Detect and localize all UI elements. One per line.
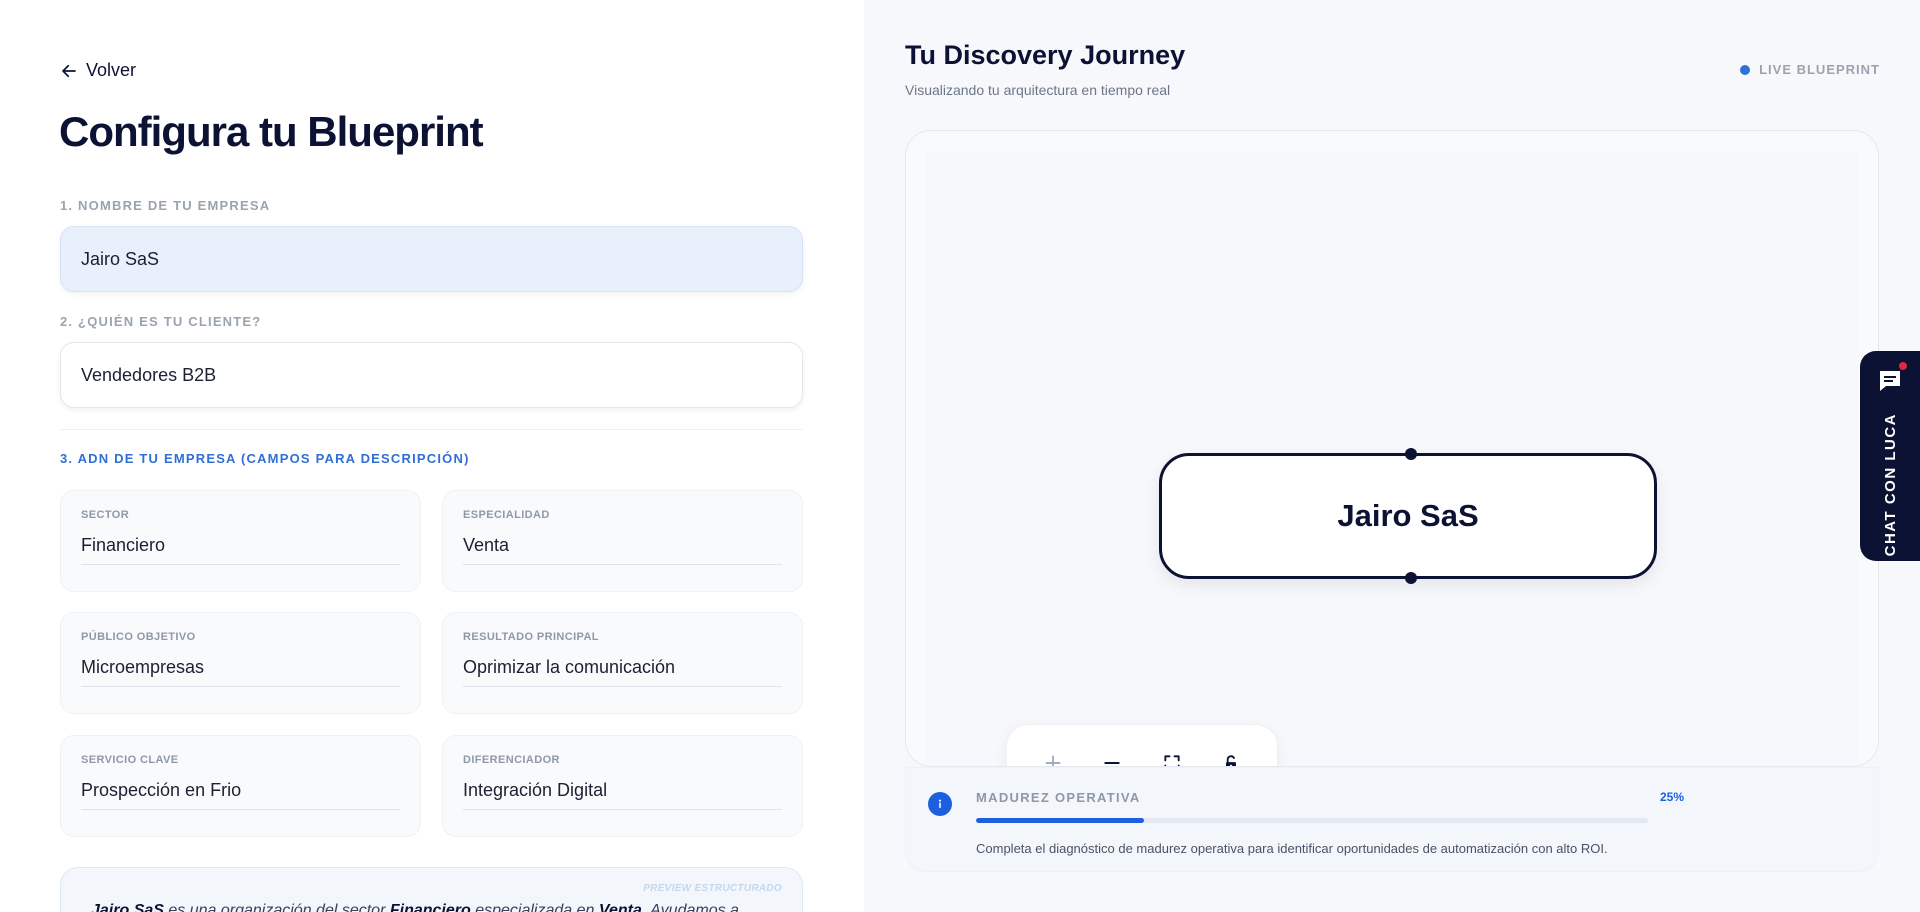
differentiator-label: DIFERENCIADOR <box>463 754 560 766</box>
info-icon <box>928 792 952 816</box>
arrow-left-icon <box>62 64 76 77</box>
preview-company: Jairo SaS <box>91 902 164 912</box>
maturity-description: Completa el diagnóstico de madurez opera… <box>976 841 1608 856</box>
flow-canvas[interactable]: Jairo SaS <box>905 130 1879 767</box>
preview-text-2: especializada en <box>470 902 599 912</box>
live-blueprint-indicator: LIVE BLUEPRINT <box>1740 62 1880 77</box>
specialty-label: ESPECIALIDAD <box>463 509 550 521</box>
notification-badge <box>1898 361 1908 371</box>
specialty-card[interactable]: ESPECIALIDAD Venta <box>442 490 803 592</box>
client-input[interactable]: Vendedores B2B <box>60 342 803 408</box>
live-label: LIVE BLUEPRINT <box>1759 62 1880 77</box>
page-title: Configura tu Blueprint <box>59 108 484 155</box>
key-service-card[interactable]: SERVICIO CLAVE Prospección en Frio <box>60 735 421 837</box>
company-name-input[interactable]: Jairo SaS <box>60 226 803 292</box>
sector-card[interactable]: SECTOR Financiero <box>60 490 421 592</box>
back-label: Volver <box>86 60 137 80</box>
zoom-in-button[interactable] <box>1039 749 1067 766</box>
canvas-controls <box>1006 724 1278 766</box>
minus-icon <box>1104 762 1120 764</box>
audience-label: PÚBLICO OBJETIVO <box>81 631 196 643</box>
chat-icon <box>1876 361 1908 395</box>
sector-input[interactable]: Financiero <box>81 535 400 565</box>
live-dot-icon <box>1740 64 1751 75</box>
specialty-input[interactable]: Venta <box>463 535 782 565</box>
company-dna-label: 3. ADN DE TU EMPRESA (CAMPOS PARA DESCRI… <box>60 451 470 466</box>
sector-label: SECTOR <box>81 509 130 521</box>
chat-label: CHAT CON LUCA <box>1881 413 1899 557</box>
preview-specialty: Venta <box>598 902 642 912</box>
audience-input[interactable]: Microempresas <box>81 657 400 687</box>
node-bottom-handle[interactable] <box>1405 572 1417 584</box>
differentiator-card[interactable]: DIFERENCIADOR Integración Digital <box>442 735 803 837</box>
maturity-progress-bar <box>976 818 1648 823</box>
unlock-icon <box>1226 755 1237 766</box>
main-result-input[interactable]: Oprimizar la comunicación <box>463 657 782 687</box>
preview-text-3: . Ayudamos a <box>641 902 739 912</box>
structured-preview: PREVIEW ESTRUCTURADO Jairo SaS es una or… <box>60 867 803 912</box>
canvas-viewport[interactable]: Jairo SaS <box>926 151 1858 766</box>
maturity-panel: MADUREZ OPERATIVA 25% Completa el diagnó… <box>905 767 1879 872</box>
company-node[interactable]: Jairo SaS <box>1159 448 1657 584</box>
back-button[interactable]: Volver <box>60 60 136 81</box>
audience-card[interactable]: PÚBLICO OBJETIVO Microempresas <box>60 612 421 714</box>
client-label: 2. ¿QUIÉN ES TU CLIENTE? <box>60 314 262 329</box>
company-name-label: 1. NOMBRE DE TU EMPRESA <box>60 198 271 213</box>
zoom-out-button[interactable] <box>1098 749 1126 766</box>
blueprint-panel: Tu Discovery Journey Visualizando tu arq… <box>864 0 1920 912</box>
maturity-percent: 25% <box>1660 790 1685 804</box>
node-top-handle[interactable] <box>1405 448 1417 460</box>
journey-title: Tu Discovery Journey <box>905 40 1186 70</box>
plus-icon <box>1045 755 1061 766</box>
node-label: Jairo SaS <box>1337 498 1479 533</box>
preview-text-1: es una organización del sector <box>163 902 390 912</box>
preview-tag: PREVIEW ESTRUCTURADO <box>643 883 782 894</box>
fullscreen-icon <box>1164 755 1180 766</box>
form-panel: Volver Configura tu Blueprint 1. NOMBRE … <box>0 0 864 912</box>
preview-text: Jairo SaS es una organización del sector… <box>91 902 772 912</box>
maturity-label: MADUREZ OPERATIVA <box>976 790 1141 805</box>
key-service-input[interactable]: Prospección en Frio <box>81 780 400 810</box>
lock-button[interactable] <box>1217 749 1245 766</box>
fit-view-button[interactable] <box>1158 749 1186 766</box>
differentiator-input[interactable]: Integración Digital <box>463 780 782 810</box>
main-result-label: RESULTADO PRINCIPAL <box>463 631 599 643</box>
preview-sector: Financiero <box>389 902 471 912</box>
divider <box>60 429 803 430</box>
chat-with-luca-tab[interactable]: CHAT CON LUCA <box>1860 351 1920 561</box>
maturity-progress-fill <box>976 818 1144 823</box>
main-result-card[interactable]: RESULTADO PRINCIPAL Oprimizar la comunic… <box>442 612 803 714</box>
key-service-label: SERVICIO CLAVE <box>81 754 179 766</box>
journey-subtitle: Visualizando tu arquitectura en tiempo r… <box>905 82 1171 98</box>
